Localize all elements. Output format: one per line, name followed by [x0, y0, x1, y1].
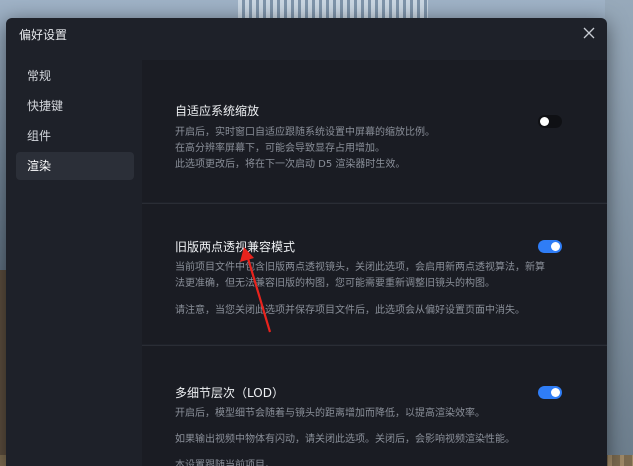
- lod-desc: 开启后，模型细节会随着与镜头的距离增加而降低，以提高渲染效率。: [175, 408, 485, 419]
- adaptive-scaling-desc-1: 开启后，实时窗口自适应跟随系统设置中屏幕的缩放比例。: [175, 127, 435, 138]
- settings-content: 自适应系统缩放 开启后，实时窗口自适应跟随系统设置中屏幕的缩放比例。 在高分辨率…: [142, 48, 607, 466]
- lod-note-2: 本设置跟随当前项目。: [175, 460, 275, 466]
- legacy-two-point-note: 请注意，当您关闭此选项并保存项目文件后，此选项会从偏好设置页面中消失。: [175, 305, 525, 316]
- close-button[interactable]: [580, 24, 598, 42]
- adaptive-scaling-desc-2: 在高分辨率屏幕下，可能会导致显存占用增加。: [175, 143, 385, 154]
- sidebar-item-components[interactable]: 组件: [16, 122, 134, 150]
- sidebar-item-general[interactable]: 常规: [16, 62, 134, 90]
- lod-note: 如果输出视频中物体有闪动，请关闭此选项。关闭后，会影响视频渲染性能。: [175, 434, 515, 445]
- section-legacy-two-point: 旧版两点透视兼容模式 当前项目文件中包含旧版两点透视镜头，关闭此选项，会启用新两…: [142, 204, 607, 344]
- section-lod: 多细节层次（LOD） 开启后，模型细节会随着与镜头的距离增加而降低，以提高渲染效…: [142, 346, 607, 466]
- legacy-two-point-desc-2: 法更准确，但无法兼容旧版的构图，您可能需要重新调整旧镜头的构图。: [175, 278, 495, 289]
- legacy-two-point-title: 旧版两点透视兼容模式: [175, 240, 296, 254]
- close-icon: [583, 27, 595, 39]
- adaptive-scaling-title: 自适应系统缩放: [175, 104, 260, 118]
- background-tower: [238, 0, 428, 20]
- adaptive-scaling-desc-3: 此选项更改后，将在下一次启动 D5 渲染器时生效。: [175, 159, 406, 170]
- sidebar-item-render[interactable]: 渲染: [16, 152, 134, 180]
- legacy-two-point-toggle[interactable]: [538, 240, 562, 253]
- background-building-right: [605, 0, 633, 466]
- legacy-two-point-desc-1: 当前项目文件中包含旧版两点透视镜头，关闭此选项，会启用新两点透视算法，新算: [175, 262, 545, 273]
- sidebar-item-shortcuts[interactable]: 快捷键: [16, 92, 134, 120]
- dialog-title: 偏好设置: [19, 28, 68, 42]
- lod-toggle[interactable]: [538, 386, 562, 399]
- sidebar-nav: 常规 快捷键 组件 渲染: [16, 62, 134, 182]
- preferences-dialog: 偏好设置 常规 快捷键 组件 渲染 自适应系统缩放 开启后，实时窗口自适应跟随系…: [6, 18, 607, 466]
- dialog-titlebar: 偏好设置: [6, 18, 607, 48]
- lod-title: 多细节层次（LOD）: [175, 386, 284, 400]
- section-adaptive-scaling: 自适应系统缩放 开启后，实时窗口自适应跟随系统设置中屏幕的缩放比例。 在高分辨率…: [142, 60, 607, 202]
